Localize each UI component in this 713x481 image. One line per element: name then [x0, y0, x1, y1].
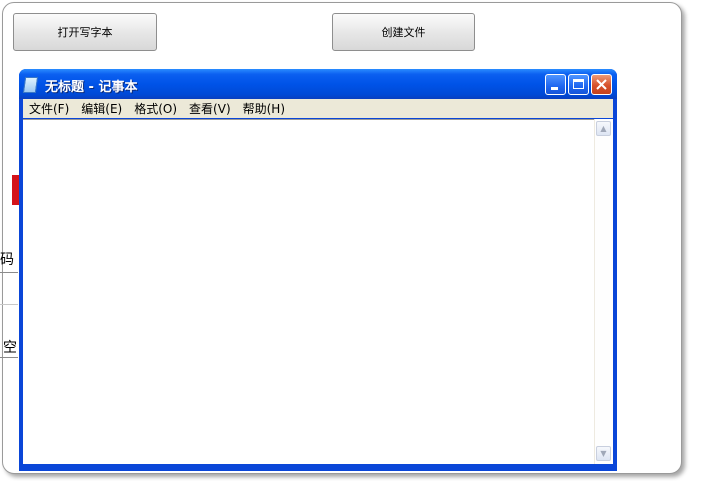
maximize-button[interactable] [568, 74, 589, 95]
notepad-window: 无标题 - 记事本 文件(F) 编辑(E) 格式(O) 查看(V) 帮助(H) … [19, 69, 617, 471]
scroll-down-button[interactable]: ▼ [596, 446, 611, 461]
menu-view[interactable]: 查看(V) [183, 100, 237, 117]
window-bottom-border [19, 465, 617, 471]
create-file-button[interactable]: 创建文件 [332, 13, 475, 51]
close-button[interactable] [591, 74, 612, 95]
minimize-button[interactable] [545, 74, 566, 95]
maximize-icon [573, 79, 584, 89]
window-title: 无标题 - 记事本 [45, 80, 138, 95]
notepad-titlebar[interactable]: 无标题 - 记事本 [19, 69, 617, 99]
background-divider [0, 272, 18, 273]
menu-file[interactable]: 文件(F) [23, 100, 75, 117]
background-label-fragment: 空 [3, 340, 17, 356]
background-divider [0, 357, 18, 358]
vertical-scrollbar[interactable]: ▲ ▼ [594, 119, 613, 464]
chevron-up-icon: ▲ [600, 124, 607, 133]
notepad-icon [22, 77, 39, 93]
menu-edit[interactable]: 编辑(E) [75, 100, 128, 117]
scroll-up-button[interactable]: ▲ [596, 121, 611, 136]
close-icon [596, 79, 607, 90]
background-label-fragment: 码 [0, 252, 14, 268]
minimize-icon [551, 87, 558, 90]
menu-format[interactable]: 格式(O) [128, 100, 183, 117]
text-editor-area[interactable] [23, 119, 594, 464]
open-notepad-button[interactable]: 打开写字本 [13, 13, 157, 51]
chevron-down-icon: ▼ [600, 449, 607, 458]
menu-bar: 文件(F) 编辑(E) 格式(O) 查看(V) 帮助(H) [23, 99, 613, 118]
background-divider [0, 304, 18, 305]
menu-help[interactable]: 帮助(H) [237, 100, 291, 117]
